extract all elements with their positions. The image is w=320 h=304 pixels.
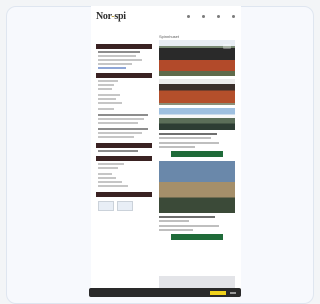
sidebar-line: [98, 102, 122, 104]
read-more-button[interactable]: [171, 234, 223, 240]
sidebar-line: [98, 128, 148, 130]
sidebar-line: [98, 163, 124, 165]
sidebar-header: [96, 44, 152, 49]
sidebar-line: [98, 84, 114, 86]
sidebar-header: [96, 143, 152, 148]
sidebar-link[interactable]: [98, 67, 126, 69]
article-text: [159, 142, 219, 144]
cookie-banner: [89, 288, 241, 297]
mountain-photo[interactable]: [159, 108, 235, 130]
sidebar-line: [98, 114, 148, 116]
partner-badges: [98, 201, 152, 211]
sidebar-line: [98, 80, 118, 82]
read-more-button[interactable]: [171, 151, 223, 157]
sidebar-line: [98, 122, 138, 124]
sidebar-line: [98, 136, 134, 138]
sidebar: [96, 41, 152, 211]
tower-photo[interactable]: [159, 161, 235, 213]
article-title: [159, 133, 217, 135]
sidebar-line: [98, 63, 132, 65]
sidebar-line: [98, 98, 116, 100]
sidebar-line: [98, 167, 118, 169]
article-text: [159, 146, 195, 148]
nav-dot-icon[interactable]: [202, 15, 205, 18]
article-text: [159, 137, 211, 139]
article-text: [159, 220, 189, 222]
nav-dot-icon[interactable]: [187, 15, 190, 18]
site-logo[interactable]: Nor-spi: [96, 11, 138, 25]
website-preview: Nor-spi Spinnhuset: [91, 6, 241, 296]
sidebar-line: [98, 181, 122, 183]
sidebar-line: [98, 177, 116, 179]
sidebar-line: [98, 132, 142, 134]
article-text: [159, 225, 219, 227]
sidebar-line: [98, 108, 114, 110]
sidebar-line: [98, 51, 140, 53]
sidebar-line: [98, 59, 142, 61]
house-photo[interactable]: [159, 40, 235, 76]
sidebar-header: [96, 73, 152, 78]
sidebar-header: [96, 192, 152, 197]
article-title: [159, 216, 215, 218]
sidebar-line: [98, 150, 138, 152]
sidebar-line: [98, 94, 120, 96]
cookie-accept-button[interactable]: [210, 290, 226, 295]
house-photo[interactable]: [159, 79, 235, 105]
nav-dot-icon[interactable]: [232, 15, 235, 18]
article-text: [159, 229, 193, 231]
cookie-more-link[interactable]: [230, 291, 236, 294]
main-content: Spinnhuset: [159, 34, 235, 244]
sidebar-header: [96, 156, 152, 161]
sidebar-line: [98, 185, 128, 187]
sidebar-line: [98, 55, 136, 57]
partner-badge[interactable]: [117, 201, 133, 211]
image-icon: [223, 44, 231, 49]
nav-dot-icon[interactable]: [217, 15, 220, 18]
sidebar-line: [98, 118, 144, 120]
top-nav: [187, 15, 235, 18]
sidebar-line: [98, 173, 112, 175]
partner-badge[interactable]: [98, 201, 114, 211]
sidebar-line: [98, 88, 112, 90]
